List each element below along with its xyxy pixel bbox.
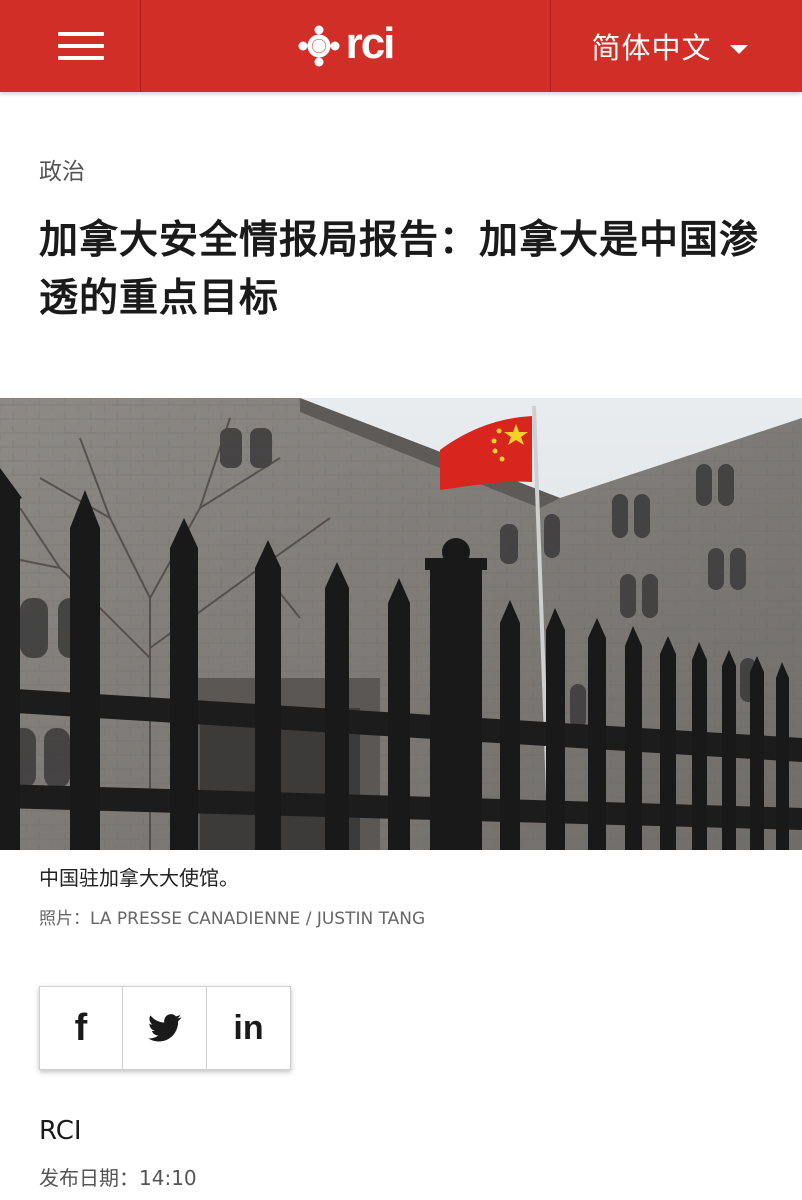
linkedin-icon: in (233, 1008, 264, 1047)
language-selector-label: 简体中文 (591, 31, 712, 65)
publish-date-label: 发布日期： (39, 1166, 139, 1190)
article-headline: 加拿大安全情报局报告：加拿大是中国渗透的重点目标 (39, 218, 760, 321)
facebook-icon: f (74, 1006, 88, 1049)
image-caption: 中国驻加拿大大使馆。 (39, 866, 239, 890)
language-selector[interactable]: 简体中文 (550, 0, 802, 92)
article-photo (0, 398, 802, 850)
photo-credit: 照片：LA PRESSE CANADIENNE / JUSTIN TANG (39, 904, 425, 929)
photo-credit-label: 照片： (39, 909, 90, 929)
author-name: RCI (39, 1116, 82, 1146)
twitter-share-button[interactable] (123, 986, 207, 1070)
share-buttons: f in (39, 986, 291, 1070)
section-link[interactable]: 政治 (39, 152, 85, 186)
top-navigation-bar: rci 简体中文 (0, 0, 802, 92)
hamburger-menu-icon (58, 24, 104, 68)
cbc-gem-icon (298, 25, 340, 67)
menu-button[interactable] (0, 0, 141, 92)
photo-credit-name: LA PRESSE CANADIENNE / JUSTIN TANG (90, 909, 426, 929)
twitter-icon (147, 1014, 182, 1042)
rci-logo-text: rci (345, 19, 396, 68)
caret-down-icon (729, 44, 748, 54)
facebook-share-button[interactable]: f (39, 986, 123, 1070)
embassy-photo-illustration (0, 398, 802, 850)
linkedin-share-button[interactable]: in (207, 986, 291, 1070)
publish-date: 发布日期：14:10 (39, 1162, 197, 1191)
publish-date-time: 14:10 (139, 1166, 197, 1190)
rci-logo-link[interactable]: rci (298, 19, 396, 68)
logo-area: rci (141, 0, 550, 92)
